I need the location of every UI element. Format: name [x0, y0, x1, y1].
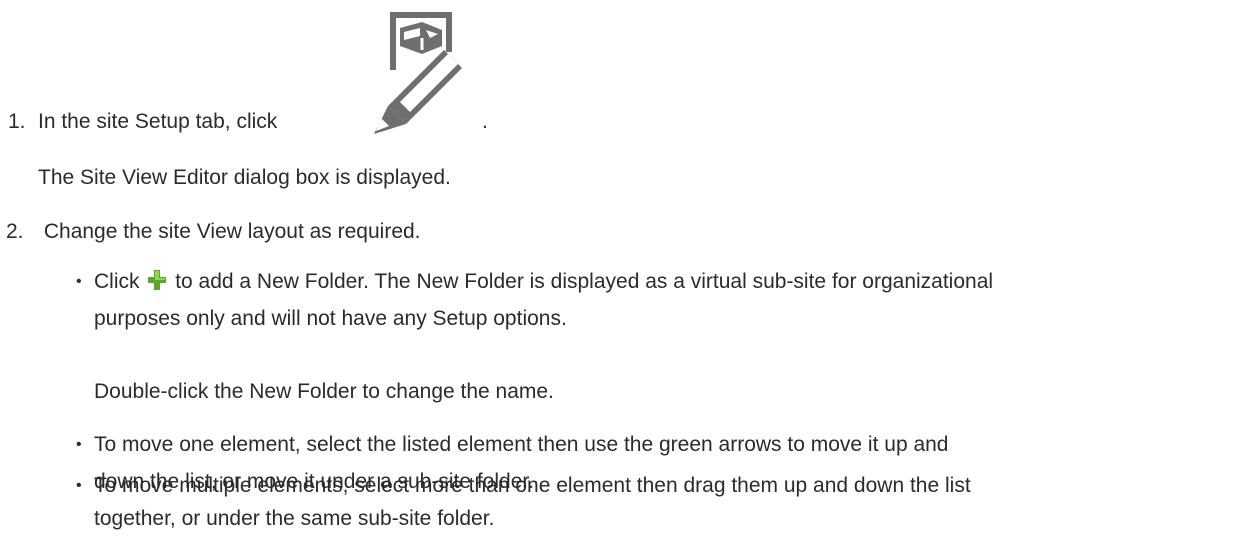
bullet-1-prefix: Click [94, 270, 140, 293]
step-1-period: . [482, 110, 488, 133]
site-view-edit-icon[interactable] [370, 0, 464, 136]
bullet-1-line-1: Click to add a New Folder. The New Folde… [94, 263, 1254, 300]
bullet-1-text-line-1: to add a New Folder. The New Folder is d… [175, 270, 994, 293]
instruction-document: 1. In the site Setup tab, click . The Si… [0, 0, 1260, 540]
bullet-move-multiple: • To move multiple elements, select more… [76, 469, 1254, 535]
bullet-add-folder: • Click to add a New Folder. The New Fol… [76, 263, 1254, 337]
step-1: 1. In the site Setup tab, click [8, 109, 277, 135]
step-1-result: The Site View Editor dialog box is displ… [38, 166, 451, 189]
bullet-1-note: Double-click the New Folder to change th… [94, 380, 554, 403]
bullet-dot: • [76, 477, 82, 494]
bullet-3-line-1: To move multiple elements, select more t… [94, 474, 971, 497]
step-2: 2. Change the site View layout as requir… [6, 218, 421, 246]
step-1-number: 1. [8, 110, 26, 133]
step-1-text: In the site Setup tab, click [38, 110, 278, 133]
bullet-2-line-1: To move one element, select the listed e… [94, 433, 949, 456]
bullet-dot: • [76, 436, 82, 453]
green-plus-icon[interactable] [147, 269, 167, 291]
bullet-3-line-2: together, or under the same sub-site fol… [94, 507, 495, 530]
step-2-number: 2. [6, 220, 24, 243]
bullet-1-line-2: purposes only and will not have any Setu… [94, 307, 567, 330]
bullet-dot: • [76, 273, 82, 290]
step-2-text: Change the site View layout as required. [43, 220, 421, 243]
